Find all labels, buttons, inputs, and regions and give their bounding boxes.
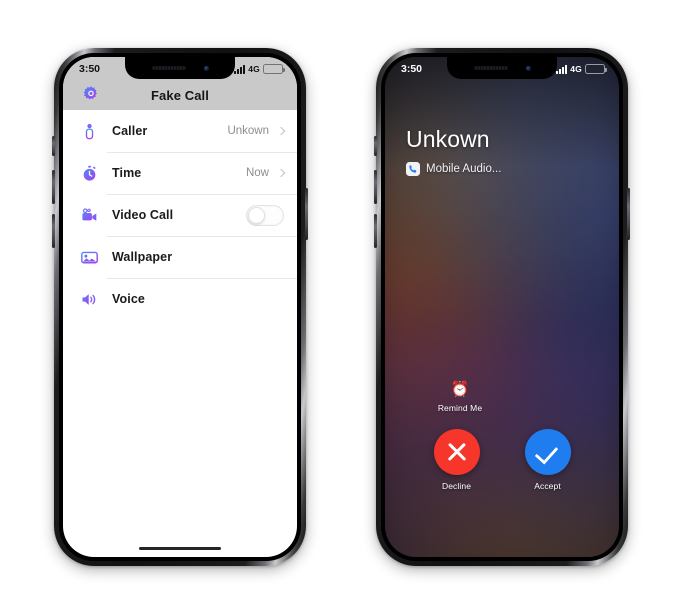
photo-icon xyxy=(79,247,100,268)
settings-list: Caller Unkown Time Now Video Call Wallpa… xyxy=(63,110,297,320)
stopwatch-icon xyxy=(79,163,100,184)
volume-down-button[interactable] xyxy=(374,214,377,248)
phone-right-incoming-call: 3:50 4G Unkown Mobile Audio... ⏰ Remind … xyxy=(374,48,630,566)
toggle-knob xyxy=(248,206,265,224)
speaker-icon xyxy=(79,289,100,310)
fake-call-settings-screen: 3:50 4G Fake Call Caller Unkown Time Now… xyxy=(63,57,297,557)
network-label: 4G xyxy=(248,64,260,74)
chevron-right-icon xyxy=(276,168,286,178)
list-item-value: Unkown xyxy=(227,125,269,137)
gear-icon[interactable] xyxy=(81,84,101,104)
list-item-label: Caller xyxy=(112,124,148,138)
earpiece-speaker-icon xyxy=(473,66,508,70)
incoming-call-screen: 3:50 4G Unkown Mobile Audio... ⏰ Remind … xyxy=(385,57,619,557)
remind-me-button[interactable]: ⏰ Remind Me xyxy=(431,382,489,413)
list-item-label: Time xyxy=(112,166,142,180)
call-type-label: Mobile Audio... xyxy=(426,163,502,176)
battery-icon xyxy=(585,64,607,74)
volume-down-button[interactable] xyxy=(52,214,55,248)
signal-bars-icon xyxy=(234,64,246,74)
list-item-wallpaper[interactable]: Wallpaper xyxy=(63,236,297,278)
notch-right xyxy=(447,57,557,79)
right-screen: 3:50 4G Unkown Mobile Audio... ⏰ Remind … xyxy=(385,57,619,557)
video-camera-icon xyxy=(79,205,100,226)
list-item-voice[interactable]: Voice xyxy=(63,278,297,320)
power-button[interactable] xyxy=(305,188,308,240)
chevron-right-icon xyxy=(276,126,286,136)
decline-circle[interactable] xyxy=(433,429,480,475)
caller-info: Unkown Mobile Audio... xyxy=(406,126,502,177)
list-item-time[interactable]: Time Now xyxy=(63,152,297,194)
mute-switch[interactable] xyxy=(374,136,377,156)
volume-up-button[interactable] xyxy=(374,170,377,204)
earpiece-speaker-icon xyxy=(151,66,186,70)
decline-label: Decline xyxy=(441,481,472,491)
caller-name: Unkown xyxy=(406,126,490,152)
call-actions: Decline Accept xyxy=(385,429,619,491)
accept-circle[interactable] xyxy=(524,429,571,475)
check-icon xyxy=(537,441,559,463)
list-item-caller[interactable]: Caller Unkown xyxy=(63,110,297,152)
battery-icon xyxy=(263,64,285,74)
network-label: 4G xyxy=(570,64,582,74)
remind-me-label: Remind Me xyxy=(437,403,483,413)
person-icon xyxy=(79,121,100,142)
front-camera-icon xyxy=(203,65,209,71)
power-button[interactable] xyxy=(627,188,630,240)
decline-button[interactable]: Decline xyxy=(421,429,493,491)
list-item-label: Wallpaper xyxy=(112,250,173,264)
alarm-clock-icon: ⏰ xyxy=(450,381,470,398)
signal-bars-icon xyxy=(556,64,568,74)
phone-left-settings: 3:50 4G Fake Call Caller Unkown Time Now… xyxy=(52,48,308,566)
list-item-video-call[interactable]: Video Call xyxy=(63,194,297,236)
phone-handset-icon xyxy=(406,162,420,177)
mute-switch[interactable] xyxy=(52,136,55,156)
call-type-row: Mobile Audio... xyxy=(406,162,502,177)
accept-label: Accept xyxy=(534,481,561,491)
list-item-label: Voice xyxy=(112,292,145,306)
front-camera-icon xyxy=(525,65,531,71)
list-item-value: Now xyxy=(245,167,269,179)
home-indicator[interactable] xyxy=(139,546,221,550)
status-time: 3:50 xyxy=(79,63,101,75)
status-time: 3:50 xyxy=(401,63,423,75)
volume-up-button[interactable] xyxy=(52,170,55,204)
notch-left xyxy=(125,57,235,79)
accept-button[interactable]: Accept xyxy=(512,429,584,491)
x-icon xyxy=(446,441,468,463)
left-screen: 3:50 4G Fake Call Caller Unkown Time Now… xyxy=(63,57,297,557)
video-call-toggle[interactable] xyxy=(246,204,284,226)
list-item-label: Video Call xyxy=(112,208,174,222)
